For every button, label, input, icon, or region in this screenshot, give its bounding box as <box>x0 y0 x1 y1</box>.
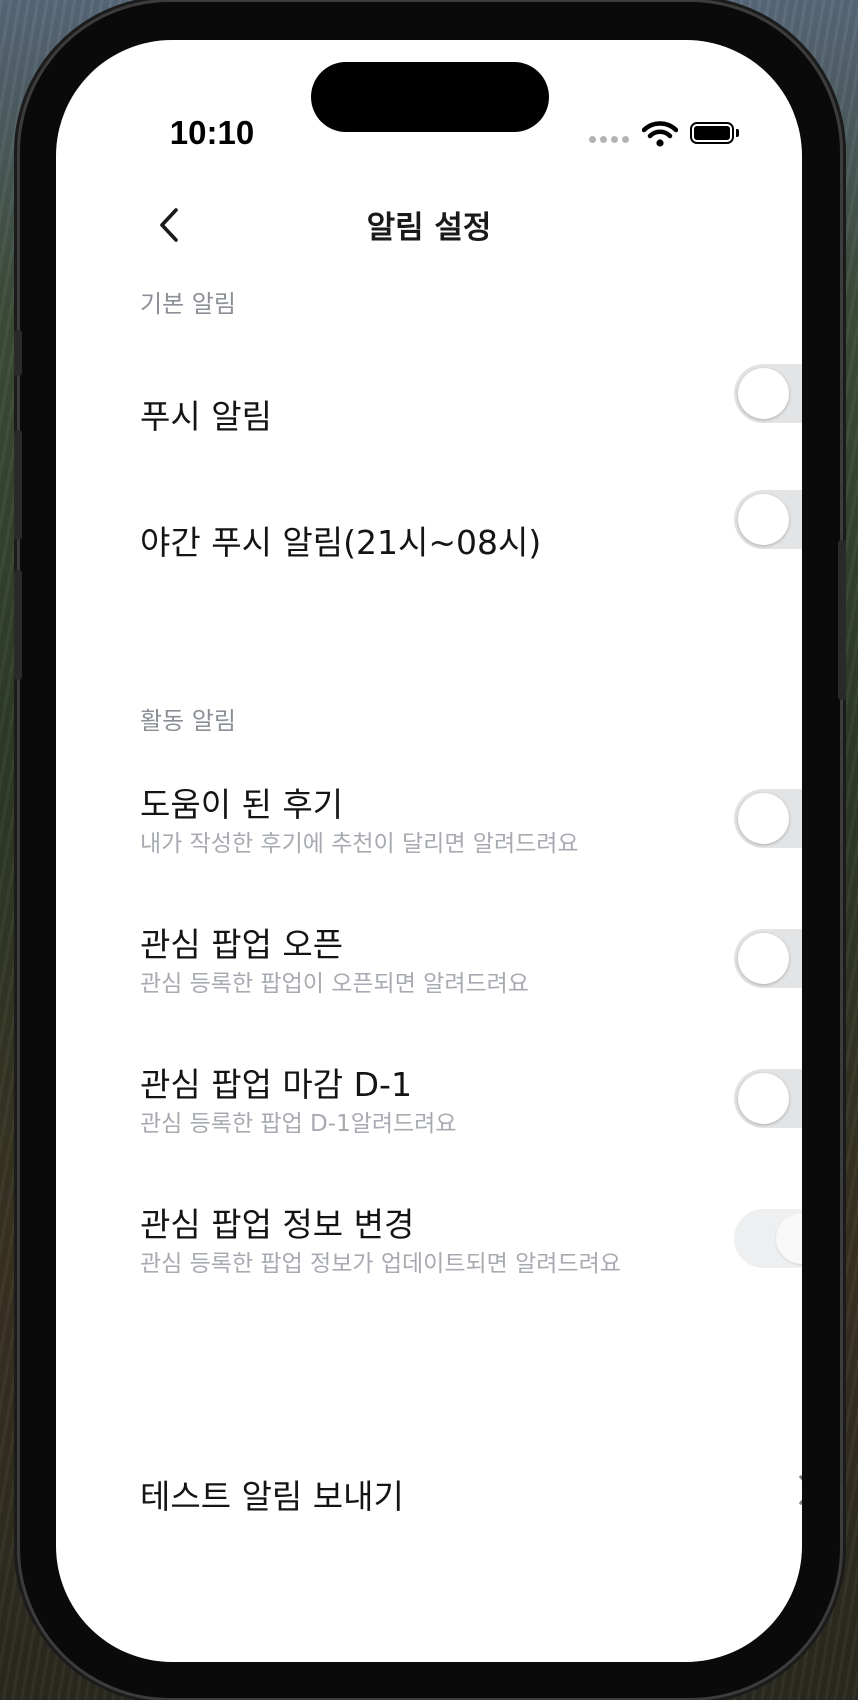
battery-cap <box>736 129 739 137</box>
signal-dots-icon <box>589 136 629 144</box>
popup-info-change-toggle[interactable] <box>734 1209 802 1268</box>
popup-closing-toggle[interactable] <box>734 1069 802 1128</box>
toggle-knob <box>738 793 789 844</box>
back-button[interactable] <box>146 200 196 250</box>
toggle-knob <box>738 494 789 545</box>
toggle-knob <box>776 1213 802 1264</box>
status-time: 10:10 <box>169 114 255 151</box>
battery-level <box>694 126 730 140</box>
setting-subtitle: 관심 등록한 팝업 D-1알려드려요 <box>140 1111 457 1137</box>
toggle-knob <box>738 368 789 419</box>
app-screen: 10:10 알림 설정 기본 알림 푸시 알림 야간 푸시 알림(21시~08시… <box>56 40 802 1662</box>
setting-title: 관심 팝업 오픈 <box>140 925 344 964</box>
side-button-action <box>14 330 22 376</box>
chevron-left-icon <box>160 208 178 242</box>
toggle-knob <box>738 933 789 984</box>
side-button-volume-down <box>14 570 22 680</box>
send-test-notification-label: 테스트 알림 보내기 <box>140 1477 404 1516</box>
chevron-right-icon <box>799 1475 802 1505</box>
setting-title: 야간 푸시 알림(21시~08시) <box>140 523 542 562</box>
section-header-activity: 활동 알림 <box>140 707 236 735</box>
battery-icon <box>690 122 734 144</box>
side-button-volume-up <box>14 430 22 540</box>
push-notification-toggle[interactable] <box>734 364 802 423</box>
night-push-toggle[interactable] <box>734 490 802 549</box>
helpful-review-toggle[interactable] <box>734 789 802 848</box>
side-button-power <box>838 540 846 700</box>
wifi-icon <box>642 121 678 147</box>
setting-title: 관심 팝업 정보 변경 <box>140 1205 415 1244</box>
setting-subtitle: 관심 등록한 팝업이 오픈되면 알려드려요 <box>140 971 529 997</box>
page-title: 알림 설정 <box>366 210 492 246</box>
section-header-basic: 기본 알림 <box>140 290 236 318</box>
setting-subtitle: 관심 등록한 팝업 정보가 업데이트되면 알려드려요 <box>140 1251 621 1277</box>
toggle-knob <box>738 1073 789 1124</box>
setting-title: 도움이 된 후기 <box>140 785 344 824</box>
popup-open-toggle[interactable] <box>734 929 802 988</box>
setting-subtitle: 내가 작성한 후기에 추천이 달리면 알려드려요 <box>140 831 579 857</box>
setting-title: 관심 팝업 마감 D-1 <box>140 1065 412 1104</box>
dynamic-island <box>311 62 549 132</box>
setting-title: 푸시 알림 <box>140 397 272 436</box>
